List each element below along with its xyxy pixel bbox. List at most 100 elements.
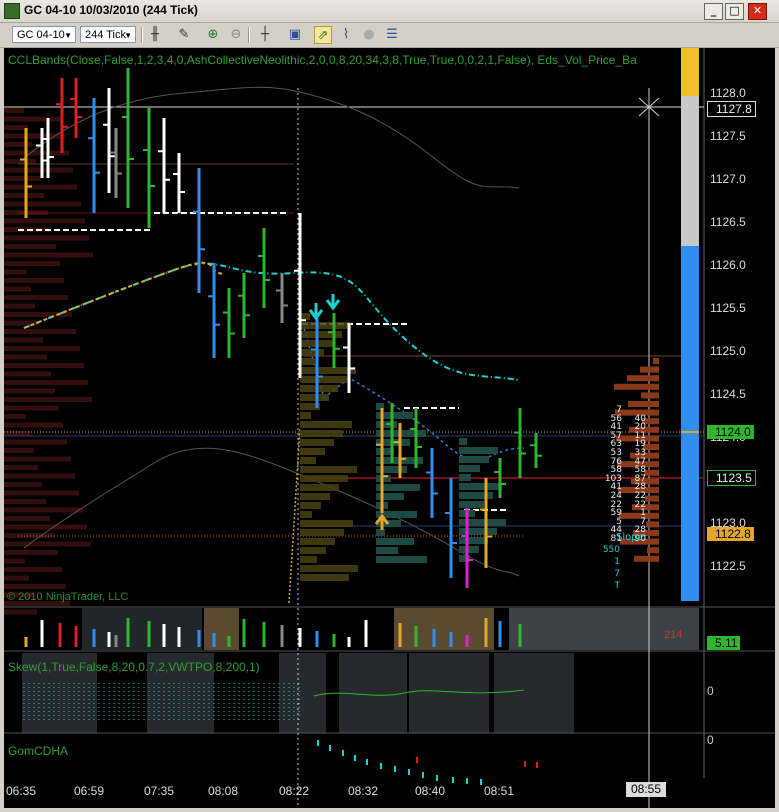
chart-plot-area[interactable]	[4, 48, 775, 808]
volume-profile-row	[4, 397, 92, 402]
volume-profile-row	[4, 133, 65, 139]
properties-icon[interactable]: ▣	[286, 26, 304, 44]
volume-profile-row	[4, 363, 84, 368]
crosshair-icon[interactable]: ┼	[256, 26, 274, 44]
tick-profile-row	[300, 376, 347, 383]
cdha-tick	[536, 762, 538, 768]
tick-profile-row	[376, 538, 414, 545]
volume-profile-row	[4, 244, 56, 249]
gold-trend	[288, 427, 301, 604]
volume-profile-row	[4, 567, 62, 572]
tick-profile-row	[459, 492, 493, 499]
tick-profile-row	[459, 528, 497, 535]
close-button[interactable]: ✕	[748, 3, 767, 20]
slope-row: 7	[614, 569, 620, 579]
title-bar[interactable]: GC 04-10 10/03/2010 (244 Tick) _ □ ✕	[0, 0, 779, 23]
cyan-band	[23, 262, 520, 381]
volume-profile-row	[4, 524, 87, 530]
tick-profile-row	[300, 394, 329, 401]
time-tick-label: 08:40	[415, 784, 446, 798]
tick-profile-row	[300, 412, 311, 419]
time-tick-label: 07:35	[144, 784, 175, 798]
volume-shade	[82, 608, 202, 650]
cdha-tick	[452, 777, 454, 783]
price-tick-label: 1128.0	[710, 86, 746, 100]
bar-style-icon[interactable]: ╫	[146, 26, 164, 44]
market-profile-row	[627, 375, 659, 382]
tick-profile-row	[300, 484, 339, 491]
pencil-icon[interactable]: ✎	[175, 26, 193, 44]
strategies-icon[interactable]: ⇗	[314, 26, 332, 44]
market-profile-row	[646, 521, 659, 528]
volume-profile-row	[4, 448, 34, 453]
price-scale-gold	[681, 48, 699, 96]
volume-profile-row	[4, 329, 76, 334]
last-price-badge: 1124.0	[707, 425, 754, 439]
price-tick-label: 1127.5	[710, 129, 746, 143]
cdha-tick	[466, 778, 468, 784]
tick-profile-row	[300, 547, 326, 554]
volume-profile-row	[4, 286, 31, 292]
data-box-icon[interactable]: ☰	[383, 26, 401, 44]
volume-profile-row	[4, 150, 69, 156]
tick-profile-row	[300, 457, 316, 464]
market-profile-row	[645, 495, 659, 502]
skew-indicator-label: Skew(1,True,False,8,20,0.7,2,VWTPO,8,200…	[8, 660, 260, 674]
time-tick-label: 08:08	[208, 784, 239, 798]
minimize-icon: _	[710, 4, 717, 17]
time-tick-label: 08:22	[279, 784, 310, 798]
volume-profile-row	[4, 108, 24, 113]
tick-profile-row	[376, 529, 385, 536]
volume-profile-row	[4, 499, 46, 504]
time-tick-label: 08:51	[484, 784, 515, 798]
chart-window: GC 04-10 10/03/2010 (244 Tick) _ □ ✕ GC …	[0, 0, 779, 812]
price-tick-label: 1124.5	[710, 387, 746, 401]
price-tick-label: 1126.0	[710, 258, 746, 272]
slope-row: 1	[614, 557, 620, 567]
cursor-time-badge: 08:55	[626, 782, 666, 797]
band-price-badge: 1123.5	[707, 470, 756, 486]
tick-profile-row	[459, 474, 471, 481]
slope-label: Slope:	[616, 532, 648, 543]
market-profile-row	[641, 392, 659, 399]
interval-select[interactable]: 244 Tick ▼	[80, 26, 136, 43]
volume-profile-row	[4, 303, 35, 309]
zoom-in-icon[interactable]: ⊕	[204, 26, 222, 44]
indicators-icon[interactable]: ⌇	[337, 26, 355, 44]
tick-profile-row	[300, 538, 335, 545]
market-profile-row	[614, 383, 659, 390]
market-profile-row	[640, 366, 659, 373]
chart-canvas[interactable]: CCLBands(Close,False,1,2,3,4,0,AshCollec…	[4, 48, 775, 808]
tick-profile-row	[459, 546, 479, 553]
zoom-out-icon[interactable]: ⊖	[227, 26, 245, 44]
low-price-badge: 1122.8	[707, 527, 754, 541]
cdha-tick	[317, 740, 319, 746]
volume-profile-row	[4, 405, 59, 411]
volume-readout: 214	[664, 629, 683, 641]
cdha-tick	[380, 763, 382, 769]
volume-profile-row	[4, 201, 81, 207]
tick-profile-row	[300, 574, 349, 581]
volume-profile-row	[4, 176, 40, 181]
skew-zero-label: 0	[707, 684, 714, 698]
market-profile-row	[653, 358, 659, 364]
slope-row: 550	[602, 545, 620, 555]
globe-icon[interactable]: ●	[360, 26, 378, 44]
volume-profile-row	[4, 278, 64, 283]
chevron-down-icon: ▼	[124, 31, 132, 40]
market-profile-row	[628, 401, 659, 407]
volume-highlight	[204, 608, 239, 650]
tick-profile-row	[459, 447, 498, 454]
gomcdha-indicator-label: GomCDHA	[8, 744, 69, 758]
price-tick-label: 1127.0	[710, 172, 746, 186]
price-tick-label: 1126.5	[710, 215, 746, 229]
volume-profile-row	[4, 142, 32, 147]
instrument-select[interactable]: GC 04-10 ▼	[12, 26, 76, 43]
maximize-button[interactable]: □	[725, 3, 744, 20]
volume-profile-row	[4, 558, 25, 564]
volume-profile-row	[4, 550, 58, 555]
minimize-button[interactable]: _	[704, 3, 723, 20]
volume-profile-row	[4, 354, 47, 360]
time-tick-label: 06:59	[74, 784, 105, 798]
toolbar-divider	[248, 27, 250, 43]
